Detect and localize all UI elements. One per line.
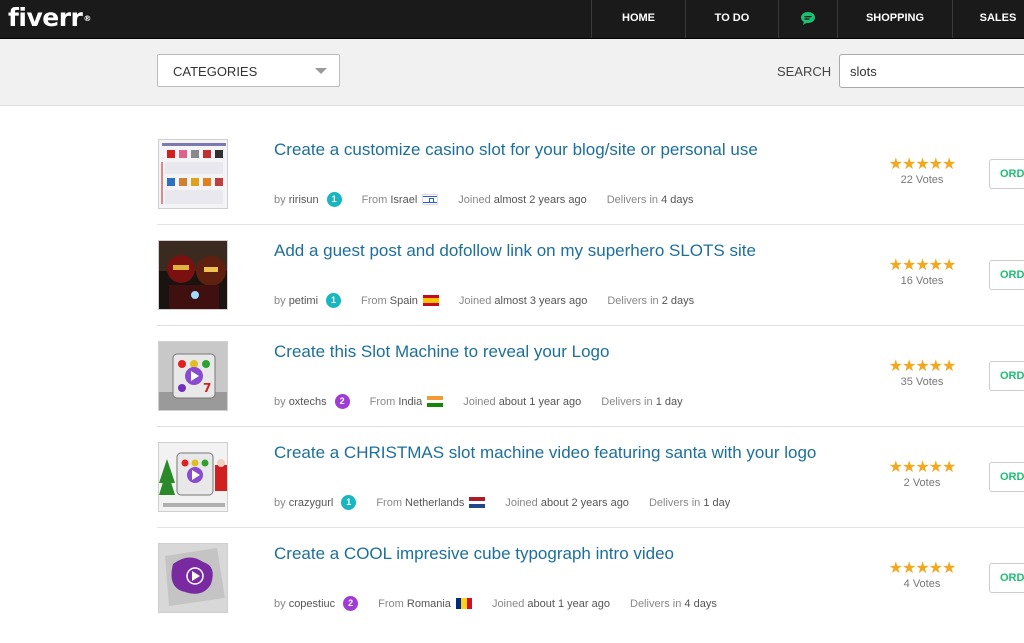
- votes-count: 16 Votes: [900, 275, 944, 287]
- gig-rating: ★★★★★ 4 Votes: [881, 560, 963, 591]
- gig-title[interactable]: Create a customize casino slot for your …: [274, 140, 758, 160]
- divider: [157, 224, 1024, 225]
- star-rating-icon: ★★★★★: [888, 560, 957, 577]
- gig-row: Create a COOL impresive cube typograph i…: [157, 543, 1024, 643]
- spain-flag-icon: [422, 295, 439, 306]
- star-rating-icon: ★★★★★: [888, 257, 957, 274]
- slot-machine-image: 7: [159, 342, 227, 410]
- seller-country: Netherlands: [405, 496, 465, 509]
- order-button[interactable]: ORD: [989, 462, 1024, 492]
- seller-name[interactable]: crazygurl: [289, 497, 334, 509]
- gig-meta: by crazygurl 1 From Netherlands Joined a…: [274, 495, 731, 510]
- gig-title[interactable]: Create this Slot Machine to reveal your …: [274, 342, 609, 362]
- order-button[interactable]: ORD: [989, 361, 1024, 391]
- search-input[interactable]: [839, 54, 1024, 88]
- gig-title[interactable]: Create a COOL impresive cube typograph i…: [274, 544, 674, 564]
- votes-count: 2 Votes: [903, 477, 941, 489]
- gig-row: Add a guest post and dofollow link on my…: [157, 240, 1024, 340]
- order-button[interactable]: ORD: [989, 159, 1024, 189]
- nav-home[interactable]: HOME: [591, 0, 685, 38]
- seller-country: Israel: [390, 193, 418, 206]
- categories-label: CATEGORIES: [173, 64, 258, 79]
- fiverr-logo[interactable]: fiverr®: [8, 3, 91, 33]
- top-navbar: fiverr® HOME TO DO SHOPPING SALES: [0, 0, 1024, 39]
- nav-sales[interactable]: SALES: [952, 0, 1024, 38]
- gig-thumbnail[interactable]: [158, 240, 228, 310]
- categories-dropdown[interactable]: CATEGORIES: [157, 54, 340, 87]
- star-rating-icon: ★★★★★: [888, 156, 957, 173]
- seller-name[interactable]: copestiuc: [289, 598, 335, 610]
- chat-bubble-icon: [801, 12, 815, 25]
- gig-row: Create a CHRISTMAS slot machine video fe…: [157, 442, 1024, 542]
- votes-count: 4 Votes: [903, 578, 941, 590]
- star-rating-icon: ★★★★★: [888, 358, 957, 375]
- svg-text:7: 7: [203, 381, 211, 395]
- votes-count: 35 Votes: [900, 376, 944, 388]
- level-badge: 1: [341, 495, 357, 510]
- level-badge: 2: [334, 394, 350, 409]
- nav-messages[interactable]: [778, 0, 837, 38]
- india-flag-icon: [427, 396, 444, 407]
- seller-name[interactable]: oxtechs: [289, 396, 327, 408]
- seller-country: India: [398, 395, 423, 408]
- nav-todo[interactable]: TO DO: [685, 0, 778, 38]
- seller-country: Romania: [406, 597, 451, 610]
- gig-meta: by ririsun 1 From Israel Joined almost 2…: [274, 192, 694, 207]
- level-badge: 1: [326, 192, 342, 207]
- slot-table-image: [159, 140, 227, 208]
- seller-name[interactable]: ririsun: [289, 194, 319, 206]
- level-badge: 1: [326, 293, 342, 308]
- gig-row: Create a customize casino slot for your …: [157, 139, 1024, 239]
- netherlands-flag-icon: [469, 497, 486, 508]
- star-rating-icon: ★★★★★: [888, 459, 957, 476]
- gig-thumbnail[interactable]: 7: [158, 341, 228, 411]
- chevron-down-icon: [315, 68, 327, 74]
- christmas-slot-image: [159, 443, 227, 511]
- seller-name[interactable]: petimi: [289, 295, 318, 307]
- order-button[interactable]: ORD: [989, 260, 1024, 290]
- gig-rating: ★★★★★ 2 Votes: [881, 459, 963, 490]
- gig-thumbnail[interactable]: [158, 442, 228, 512]
- search-label: SEARCH: [777, 64, 832, 79]
- romania-flag-icon: [455, 598, 472, 609]
- gig-title[interactable]: Add a guest post and dofollow link on my…: [274, 241, 756, 261]
- divider: [157, 426, 1024, 427]
- divider: [157, 527, 1024, 528]
- gig-rating: ★★★★★ 16 Votes: [881, 257, 963, 288]
- gig-meta: by oxtechs 2 From India Joined about 1 y…: [274, 394, 683, 409]
- gig-row: 7 Create this Slot Machine to reveal you…: [157, 341, 1024, 441]
- israel-flag-icon: [422, 194, 439, 205]
- gig-rating: ★★★★★ 22 Votes: [881, 156, 963, 187]
- seller-country: Spain: [389, 294, 418, 307]
- superhero-image: [159, 241, 227, 309]
- gig-title[interactable]: Create a CHRISTMAS slot machine video fe…: [274, 443, 816, 463]
- gig-meta: by petimi 1 From Spain Joined almost 3 y…: [274, 293, 695, 308]
- gig-rating: ★★★★★ 35 Votes: [881, 358, 963, 389]
- cube-intro-image: [159, 544, 227, 612]
- votes-count: 22 Votes: [900, 174, 944, 186]
- search-bar: CATEGORIES SEARCH: [0, 39, 1024, 106]
- gig-thumbnail[interactable]: [158, 139, 228, 209]
- gig-thumbnail[interactable]: [158, 543, 228, 613]
- order-button[interactable]: ORD: [989, 563, 1024, 593]
- divider: [157, 325, 1024, 326]
- nav-shopping[interactable]: SHOPPING: [837, 0, 952, 38]
